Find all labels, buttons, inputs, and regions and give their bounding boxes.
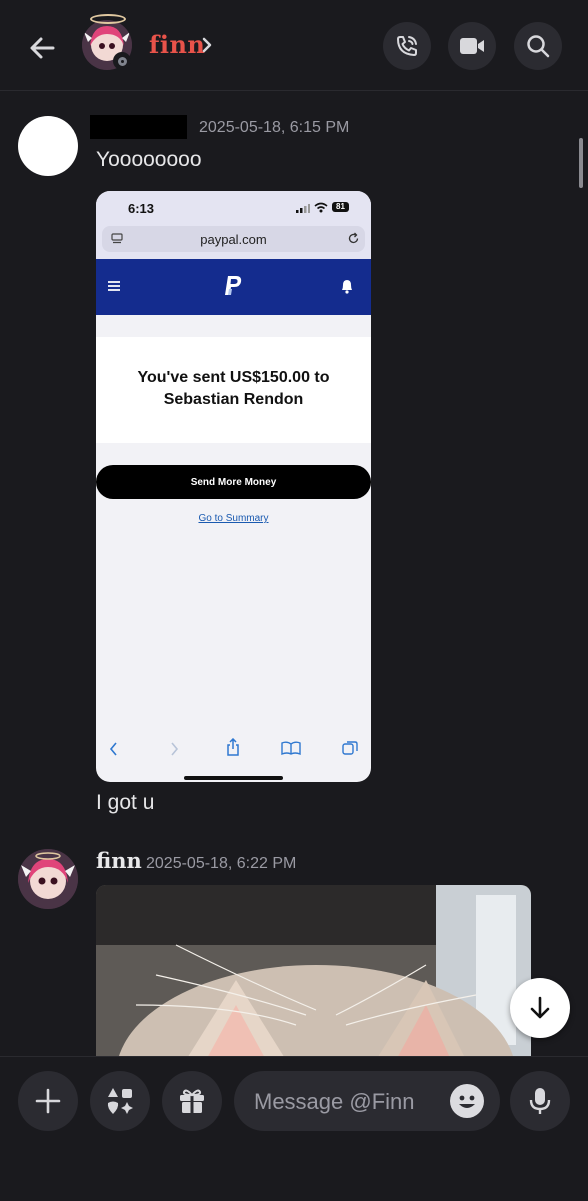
message-input-container — [234, 1071, 500, 1133]
jump-to-latest-button[interactable] — [510, 978, 570, 1038]
browser-back-icon — [109, 742, 117, 756]
confirmation-card: You've sent US$150.00 to Sebastian Rendo… — [96, 337, 371, 443]
browser-forward-icon — [171, 742, 179, 756]
add-attachment-button[interactable] — [18, 1071, 78, 1131]
browser-toolbar — [96, 726, 371, 766]
bell-icon — [342, 280, 352, 294]
finn-avatar[interactable] — [18, 849, 78, 909]
apps-icon — [107, 1088, 133, 1114]
message-composer — [0, 1056, 588, 1201]
message-list[interactable]: 2025-05-18, 6:15 PM Yoooooooo 6:13 81 pa… — [0, 0, 588, 1056]
cat-image-attachment[interactable] — [96, 885, 531, 1056]
go-to-summary-link: Go to Summary — [198, 513, 269, 524]
redacted-username — [90, 115, 187, 139]
paypal-nav-bar — [96, 259, 371, 315]
message-timestamp: 2025-05-18, 6:15 PM — [199, 119, 350, 136]
message-author[interactable]: finn — [96, 848, 142, 873]
phone-status-bar: 6:13 81 — [96, 191, 371, 221]
wifi-icon — [314, 202, 328, 213]
plus-icon — [35, 1088, 61, 1114]
message-input[interactable] — [252, 1071, 446, 1133]
emoji-button[interactable] — [450, 1084, 484, 1118]
paypal-screenshot-attachment[interactable]: 6:13 81 paypal.com You've sent US$150.00… — [96, 191, 371, 782]
payment-confirmation-text: You've sent US$150.00 to Sebastian Rendo… — [137, 369, 330, 408]
scrollbar[interactable] — [579, 138, 583, 188]
hamburger-menu-icon — [108, 281, 120, 291]
emoji-icon — [459, 1095, 475, 1108]
paypal-logo-icon — [225, 276, 242, 295]
gift-button[interactable] — [162, 1071, 222, 1131]
reload-icon — [348, 232, 359, 244]
arrow-down-icon — [530, 996, 550, 1019]
microphone-icon — [529, 1088, 551, 1114]
sender-avatar[interactable] — [18, 116, 78, 176]
message-text: Yoooooooo — [96, 148, 202, 171]
send-more-money-button: Send More Money — [96, 465, 371, 499]
phone-time: 6:13 — [128, 201, 155, 216]
home-indicator — [184, 776, 283, 780]
message-timestamp: 2025-05-18, 6:22 PM — [146, 855, 297, 872]
voice-message-button[interactable] — [510, 1071, 570, 1131]
gift-icon — [180, 1089, 204, 1113]
bookmarks-icon — [281, 741, 301, 755]
share-icon — [227, 738, 239, 756]
browser-url-text: paypal.com — [200, 232, 267, 247]
browser-url-bar: paypal.com — [102, 226, 365, 252]
battery-indicator: 81 — [332, 202, 349, 212]
apps-button[interactable] — [90, 1071, 150, 1131]
signal-icon — [296, 204, 310, 213]
message-text: I got u — [96, 791, 155, 814]
tabs-overview-icon — [342, 741, 358, 755]
